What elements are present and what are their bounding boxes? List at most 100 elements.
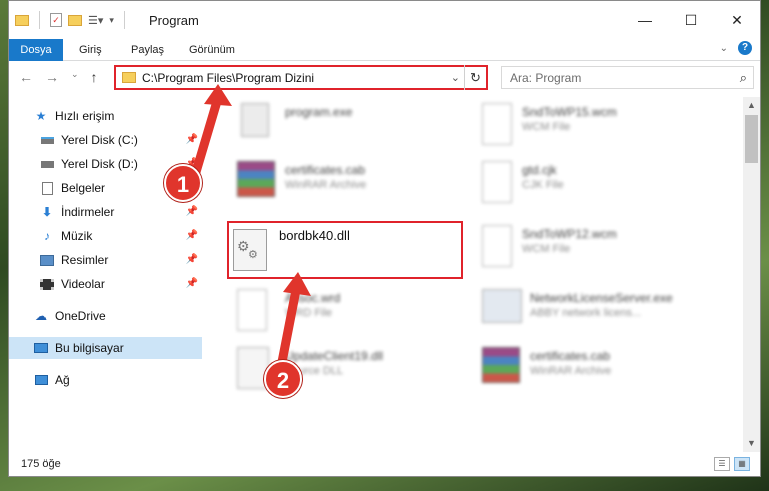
file-name: Assoc.wrd: [285, 291, 341, 305]
file-name: UpdateClient19.dll: [285, 349, 384, 363]
maximize-button[interactable]: ☐: [668, 1, 714, 39]
scroll-thumb[interactable]: [745, 115, 758, 163]
tab-home[interactable]: Giriş: [69, 39, 112, 61]
videos-icon: [39, 276, 55, 292]
details-view-icon[interactable]: ☰: [714, 457, 730, 471]
navigation-bar: ← → ⌄ ↑ C:\Program Files\Program Dizini …: [9, 62, 760, 94]
network-icon: [33, 372, 49, 388]
file-type: WinRAR Archive: [285, 179, 367, 191]
title-bar: ✓ ☰▾ ▾ Program — ☐ ✕: [9, 1, 760, 39]
sidebar-item-label: Ağ: [55, 373, 70, 387]
sidebar-item-label: Yerel Disk (C:): [61, 133, 138, 147]
sidebar-item-label: Bu bilgisayar: [55, 341, 124, 355]
file-icon: [482, 103, 512, 145]
help-icon[interactable]: ?: [738, 41, 752, 55]
sidebar-item-label: OneDrive: [55, 309, 106, 323]
view-toggle: ☰ ▦: [714, 457, 750, 471]
list-item[interactable]: Assoc.wrd WRD File: [229, 285, 469, 335]
sidebar-item-label: İndirmeler: [61, 205, 115, 219]
computer-icon: [33, 340, 49, 356]
sidebar-item-music[interactable]: ♪ Müzik 📌: [9, 225, 202, 247]
navigation-pane: ★ Hızlı erişim Yerel Disk (C:) 📌 Yerel D…: [9, 97, 202, 452]
sidebar-item-onedrive[interactable]: ☁ OneDrive: [9, 305, 202, 327]
explorer-window: ✓ ☰▾ ▾ Program — ☐ ✕ Dosya Giriş Paylaş …: [8, 0, 761, 477]
callout-badge-1: 1: [164, 164, 202, 202]
tab-share[interactable]: Paylaş: [121, 39, 174, 61]
sidebar-item-label: Videolar: [61, 277, 105, 291]
winrar-icon: [237, 161, 275, 197]
scroll-down-icon[interactable]: ▼: [743, 435, 760, 452]
chevron-down-icon[interactable]: ⌄: [451, 71, 460, 84]
properties-icon[interactable]: ✓: [50, 13, 62, 27]
sidebar-item-network[interactable]: Ağ: [9, 369, 202, 391]
file-name: gtd.cjk: [522, 163, 557, 177]
drive-icon: [39, 132, 55, 148]
sidebar-item-this-pc[interactable]: Bu bilgisayar: [9, 337, 202, 359]
list-item[interactable]: SndToWP12.wcm WCM File: [474, 221, 714, 271]
recent-locations-icon[interactable]: ⌄: [71, 69, 79, 85]
exe-icon: [241, 103, 269, 137]
new-folder-icon[interactable]: [68, 14, 82, 26]
forward-icon[interactable]: →: [45, 69, 59, 85]
file-name: certificates.cab: [285, 163, 366, 177]
file-name: SndToWP12.wcm: [522, 227, 617, 241]
quick-access-toolbar: ✓ ☰▾ ▾: [15, 11, 129, 29]
file-icon: [482, 225, 512, 267]
nav-buttons: ← → ⌄ ↑: [19, 69, 98, 85]
vertical-scrollbar[interactable]: ▲ ▼: [743, 97, 760, 452]
cloud-icon: ☁: [35, 309, 47, 323]
back-icon[interactable]: ←: [19, 69, 33, 85]
scroll-up-icon[interactable]: ▲: [743, 97, 760, 114]
documents-icon: [39, 180, 55, 196]
ribbon-right-controls: ⌄ ?: [720, 41, 752, 55]
sidebar-item-downloads[interactable]: ⬇ İndirmeler 📌: [9, 201, 202, 223]
winrar-icon: [482, 347, 520, 383]
tab-view[interactable]: Görünüm: [179, 39, 245, 61]
gear-icon: ⚙: [248, 249, 258, 261]
minimize-button[interactable]: —: [622, 1, 668, 39]
list-item[interactable]: certificates.cab WinRAR Archive: [474, 343, 714, 393]
tab-file[interactable]: Dosya: [9, 39, 63, 61]
file-type: WCM File: [522, 243, 571, 255]
file-list: program.exe SndToWP15.wcm WCM File certi…: [219, 97, 739, 452]
list-item[interactable]: NetworkLicenseServer.exe ABBY network li…: [474, 285, 714, 335]
list-item[interactable]: program.exe: [229, 99, 469, 149]
sidebar-item-label: Belgeler: [61, 181, 106, 195]
file-icon: [237, 289, 267, 331]
search-icon[interactable]: ⌕: [740, 70, 747, 86]
list-item-bordbk40-dll[interactable]: ⚙ ⚙ bordbk40.dll: [227, 221, 463, 279]
file-type: WRD File: [285, 307, 333, 319]
file-name: certificates.cab: [530, 349, 611, 363]
address-path[interactable]: C:\Program Files\Program Dizini: [142, 71, 314, 85]
download-icon: ⬇: [41, 205, 53, 219]
sidebar-item-label: Hızlı erişim: [55, 109, 115, 123]
sidebar-item-pictures[interactable]: Resimler 📌: [9, 249, 202, 271]
drive-icon: [39, 156, 55, 172]
customize-toolbar-icon[interactable]: ▾: [109, 15, 114, 26]
tiles-view-icon[interactable]: ▦: [734, 457, 750, 471]
sidebar-item-videos[interactable]: Videolar 📌: [9, 273, 202, 295]
pin-icon: 📌: [185, 254, 198, 265]
callout-badge-2: 2: [264, 360, 302, 398]
sidebar-item-quick-access[interactable]: ★ Hızlı erişim: [9, 105, 202, 127]
list-item[interactable]: certificates.cab WinRAR Archive: [229, 157, 469, 207]
expand-ribbon-icon[interactable]: ⌄: [720, 43, 728, 54]
address-bar[interactable]: C:\Program Files\Program Dizini ⌄ ↻: [114, 65, 488, 90]
search-input[interactable]: Ara: Program: [510, 71, 581, 85]
file-name: bordbk40.dll: [279, 228, 350, 243]
file-type: CJK File: [522, 179, 564, 191]
list-item[interactable]: gtd.cjk CJK File: [474, 157, 714, 207]
dll-icon: ⚙ ⚙: [233, 229, 267, 271]
file-type: WinRAR Archive: [530, 365, 612, 377]
pin-icon: 📌: [185, 134, 198, 145]
up-icon[interactable]: ↑: [91, 69, 98, 85]
refresh-icon[interactable]: ↻: [464, 65, 486, 90]
search-box[interactable]: Ara: Program ⌕: [501, 66, 754, 89]
exe-icon: [482, 289, 522, 323]
list-item[interactable]: SndToWP15.wcm WCM File: [474, 99, 714, 149]
sidebar-item-local-disk-c[interactable]: Yerel Disk (C:) 📌: [9, 129, 202, 151]
item-count: 175 öğe: [21, 458, 61, 470]
close-button[interactable]: ✕: [714, 1, 760, 39]
folder-icon: [15, 14, 29, 26]
view-options-icon[interactable]: ☰▾: [88, 14, 103, 27]
